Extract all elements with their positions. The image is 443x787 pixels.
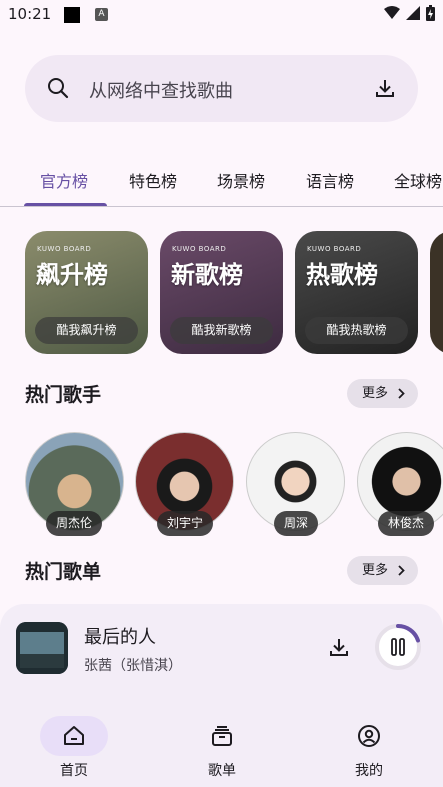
- tab-scene[interactable]: 场景榜: [217, 168, 265, 192]
- chart-brand: KUWO BOARD: [172, 245, 227, 253]
- artist-name: 林俊杰: [378, 511, 435, 536]
- search-icon: [48, 78, 69, 99]
- nav-item-profile[interactable]: 我的: [295, 706, 443, 787]
- chart-label: 酷我热歌榜: [305, 317, 408, 344]
- section-title-hot-playlists: 热门歌单: [25, 561, 102, 583]
- nav-label: 歌单: [208, 763, 236, 779]
- chevron-right-icon: [398, 388, 405, 399]
- tab-global[interactable]: 全球榜: [394, 168, 442, 192]
- home-icon: [64, 726, 84, 745]
- chart-category-tabs: 官方榜 特色榜 场景榜 语言榜 全球榜: [0, 160, 443, 207]
- artist-name: 刘宇宁: [157, 511, 214, 536]
- nav-item-home[interactable]: 首页: [0, 706, 148, 787]
- artist-list: 周杰伦 刘宇宁 周深 林俊杰: [0, 432, 443, 540]
- album-cover[interactable]: [16, 622, 68, 674]
- chart-label: 酷我飙升榜: [35, 317, 138, 344]
- profile-icon: [358, 725, 380, 747]
- status-icons: [384, 5, 435, 21]
- chart-title: 飙升榜: [36, 261, 108, 289]
- notification-square-icon: [64, 7, 80, 23]
- tab-official[interactable]: 官方榜: [40, 168, 88, 192]
- nav-label: 我的: [355, 763, 383, 779]
- bottom-navigation: 首页 歌单 我的: [0, 706, 443, 787]
- chevron-right-icon: [398, 565, 405, 576]
- signal-icon: [406, 6, 420, 20]
- chart-brand: KUWO BOARD: [37, 245, 92, 253]
- more-label: 更多: [362, 563, 389, 578]
- chart-brand: KUWO BOARD: [307, 245, 362, 253]
- song-title: 最后的人: [84, 627, 156, 648]
- chart-card-new[interactable]: KUWO BOARD 新歌榜 酷我新歌榜: [160, 231, 283, 354]
- download-icon[interactable]: [328, 636, 350, 658]
- wifi-icon: [384, 6, 400, 19]
- chart-title: 新歌榜: [171, 261, 243, 289]
- pause-button[interactable]: [373, 622, 423, 672]
- more-artists-button[interactable]: 更多: [347, 379, 418, 408]
- tab-language[interactable]: 语言榜: [306, 168, 354, 192]
- tab-indicator: [24, 203, 107, 206]
- notification-a-icon: A: [95, 8, 108, 21]
- chart-card-soaring[interactable]: KUWO BOARD 飙升榜 酷我飙升榜: [25, 231, 148, 354]
- chart-label: 酷我新歌榜: [170, 317, 273, 344]
- nav-item-playlist[interactable]: 歌单: [148, 706, 296, 787]
- mini-player[interactable]: 最后的人 张茜（张惜淇）: [0, 604, 443, 706]
- chart-title: 热歌榜: [306, 261, 378, 289]
- song-artist: 张茜（张惜淇）: [84, 658, 182, 674]
- battery-icon: [426, 5, 435, 21]
- artist-name: 周深: [274, 511, 319, 536]
- search-bar[interactable]: 从网络中查找歌曲: [25, 55, 418, 122]
- section-title-hot-artists: 热门歌手: [25, 384, 102, 406]
- status-time: 10:21: [8, 5, 52, 23]
- chart-cards: KUWO BOARD 飙升榜 酷我飙升榜 KUWO BOARD 新歌榜 酷我新歌…: [0, 231, 443, 355]
- more-label: 更多: [362, 386, 389, 401]
- playlist-icon: [212, 726, 232, 746]
- more-playlists-button[interactable]: 更多: [347, 556, 418, 585]
- download-icon[interactable]: [374, 77, 396, 99]
- artist-name: 周杰伦: [46, 511, 103, 536]
- chart-card-partial[interactable]: [430, 231, 443, 354]
- status-bar: 10:21 A: [0, 0, 443, 30]
- chart-card-hot[interactable]: KUWO BOARD 热歌榜 酷我热歌榜: [295, 231, 418, 354]
- nav-label: 首页: [60, 763, 88, 779]
- tab-featured[interactable]: 特色榜: [129, 168, 177, 192]
- search-placeholder: 从网络中查找歌曲: [89, 81, 233, 102]
